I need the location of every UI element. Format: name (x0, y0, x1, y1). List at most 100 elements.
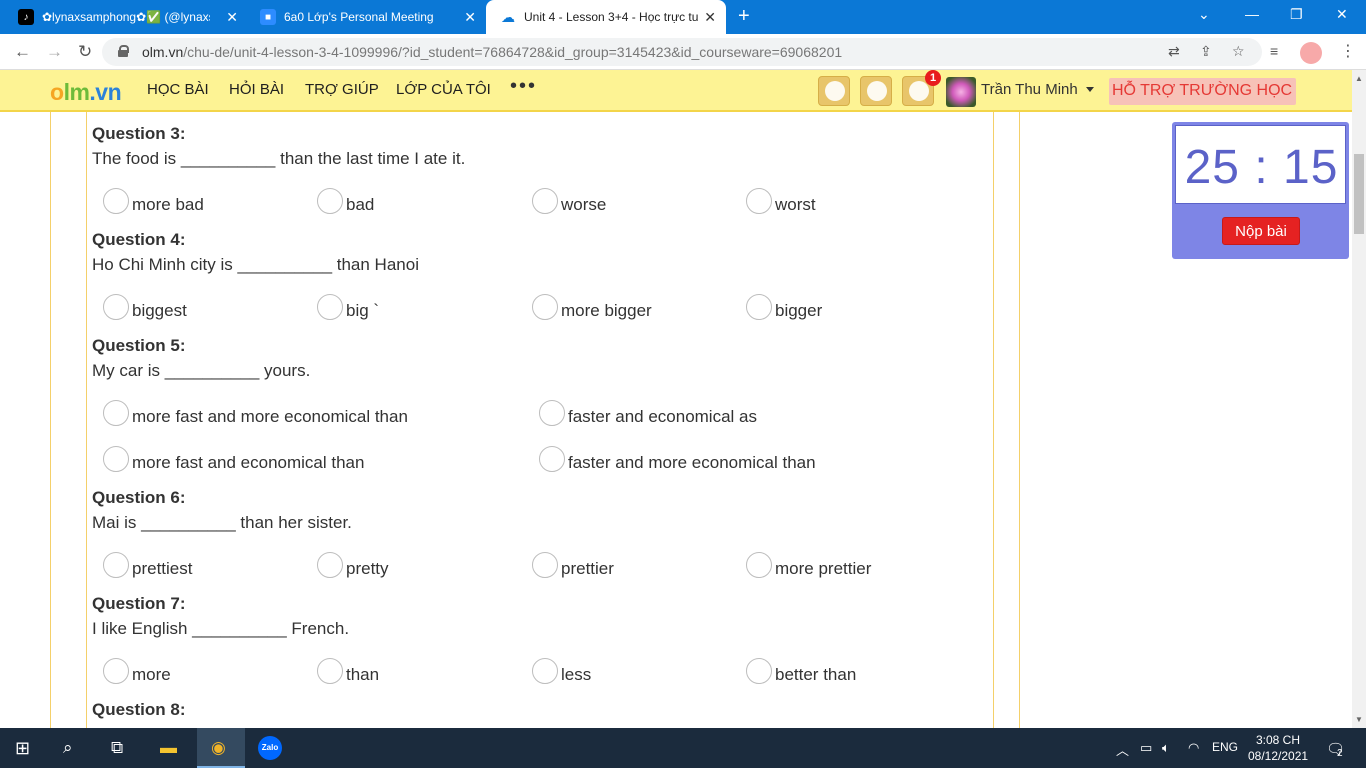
scroll-down-icon[interactable]: ▼ (1355, 715, 1363, 724)
radio-button[interactable] (746, 658, 772, 684)
radio-button[interactable] (746, 294, 772, 320)
windows-taskbar: ⊞ ⌕ ⧉ ▬ ◉ Zalo ︿ ▭ 🔈︎ ◠ ENG 3:08 CH 08/1… (0, 728, 1366, 768)
scrollbar-thumb[interactable] (1354, 154, 1364, 234)
reading-list-icon[interactable]: ≡ (1270, 43, 1278, 59)
answer-option[interactable]: prettier (532, 552, 614, 582)
zalo-icon[interactable]: Zalo (258, 736, 282, 760)
menu-hoi-bai[interactable]: HỎI BÀI (229, 81, 284, 98)
radio-button[interactable] (532, 294, 558, 320)
question-text: The food is __________ than the last tim… (92, 149, 466, 168)
answer-option[interactable]: more prettier (746, 552, 871, 582)
forward-icon[interactable]: → (46, 42, 63, 62)
bookmark-star-icon[interactable]: ☆ (1232, 43, 1245, 60)
share-icon[interactable]: ⇪ (1200, 43, 1212, 60)
answer-option[interactable]: more (103, 658, 171, 688)
answer-option[interactable]: less (532, 658, 591, 688)
radio-button[interactable] (103, 552, 129, 578)
radio-button[interactable] (103, 400, 129, 426)
radio-button[interactable] (532, 658, 558, 684)
chrome-icon[interactable]: ◉ (211, 738, 226, 758)
answer-option[interactable]: bigger (746, 294, 823, 324)
radio-button[interactable] (317, 188, 343, 214)
olm-logo[interactable]: olm.vn (50, 79, 122, 106)
page-scrollbar[interactable]: ▲ ▼ (1352, 70, 1366, 728)
radio-button[interactable] (532, 188, 558, 214)
menu-tro-giup[interactable]: TRỢ GIÚP (305, 81, 379, 98)
language-indicator[interactable]: ENG (1212, 740, 1238, 754)
user-avatar[interactable] (946, 77, 976, 107)
radio-button[interactable] (103, 188, 129, 214)
tab-olm[interactable]: ☁ Unit 4 - Lesson 3+4 - Học trực tu ✕ (486, 0, 726, 34)
radio-button[interactable] (317, 294, 343, 320)
show-hidden-icons-icon[interactable]: ︿ (1116, 740, 1129, 759)
file-explorer-icon[interactable]: ▬ (160, 738, 177, 758)
answer-option[interactable]: more bad (103, 188, 204, 218)
close-tab-icon[interactable]: ✕ (464, 9, 476, 26)
answer-option[interactable]: more fast and more economical than (103, 400, 408, 430)
tab-tiktok[interactable]: ♪ ✿lynaxsamphong✿✅ (@lynaxsa ✕ (4, 0, 248, 34)
clock[interactable]: 3:08 CH 08/12/2021 (1248, 732, 1308, 764)
radio-button[interactable] (103, 658, 129, 684)
school-support-button[interactable]: HỖ TRỢ TRƯỜNG HỌC (1109, 78, 1297, 105)
answer-option[interactable]: better than (746, 658, 856, 688)
close-tab-icon[interactable]: ✕ (704, 9, 716, 26)
answer-option[interactable]: faster and more economical than (539, 446, 816, 476)
submit-button[interactable]: Nộp bài (1222, 217, 1300, 245)
answer-option[interactable]: worst (746, 188, 816, 218)
answer-option[interactable]: worse (532, 188, 606, 218)
back-icon[interactable]: ← (14, 42, 31, 62)
answer-option[interactable]: pretty (317, 552, 389, 582)
radio-button[interactable] (539, 446, 565, 472)
translate-icon[interactable]: ⇄ (1168, 43, 1180, 60)
radio-button[interactable] (532, 552, 558, 578)
chat-icon[interactable] (860, 76, 892, 106)
volume-icon[interactable]: 🔈︎ (1162, 740, 1170, 756)
radio-button[interactable] (317, 658, 343, 684)
task-view-icon[interactable]: ⧉ (111, 738, 123, 758)
radio-button[interactable] (317, 552, 343, 578)
option-label: prettier (561, 559, 614, 578)
user-name[interactable]: Trần Thu Minh (981, 81, 1078, 98)
option-label: bad (346, 195, 375, 214)
close-tab-icon[interactable]: ✕ (226, 9, 238, 26)
restore-icon[interactable]: ❐ (1290, 6, 1303, 23)
more-menu-icon[interactable]: ••• (510, 75, 537, 98)
tab-search-icon[interactable]: ⌄ (1198, 6, 1210, 23)
radio-button[interactable] (103, 294, 129, 320)
answer-option[interactable]: prettiest (103, 552, 192, 582)
url-host: olm.vn (142, 44, 184, 60)
menu-hoc-bai[interactable]: HỌC BÀI (147, 81, 209, 98)
battery-icon[interactable]: ▭ (1140, 740, 1152, 756)
windows-start-icon[interactable]: ⊞ (15, 738, 30, 759)
option-label: more (132, 665, 171, 684)
option-label: than (346, 665, 380, 684)
search-icon[interactable]: ⌕ (63, 738, 73, 758)
notification-count: 2 (1337, 748, 1343, 759)
url-field[interactable]: olm.vn/chu-de/unit-4-lesson-3-4-1099996/… (102, 38, 1262, 66)
add-friend-icon[interactable] (818, 76, 850, 106)
question-title: Question 8: (92, 700, 186, 719)
radio-button[interactable] (746, 188, 772, 214)
browser-menu-icon[interactable]: ⋮ (1340, 41, 1356, 61)
new-tab-icon[interactable]: + (738, 5, 750, 28)
menu-lop-cua-toi[interactable]: LỚP CỦA TÔI (396, 81, 491, 98)
wifi-icon[interactable]: ◠ (1188, 740, 1199, 756)
answer-option[interactable]: more fast and economical than (103, 446, 364, 476)
profile-avatar[interactable] (1300, 42, 1322, 64)
radio-button[interactable] (103, 446, 129, 472)
tab-zoom[interactable]: ■ 6a0 Lớp's Personal Meeting R ✕ (246, 0, 486, 34)
answer-option[interactable]: faster and economical as (539, 400, 757, 430)
answer-option[interactable]: bad (317, 188, 375, 218)
minimize-icon[interactable]: — (1245, 6, 1259, 22)
answer-option[interactable]: biggest (103, 294, 187, 324)
option-label: bigger (775, 301, 823, 320)
radio-button[interactable] (746, 552, 772, 578)
scroll-up-icon[interactable]: ▲ (1355, 74, 1363, 83)
radio-button[interactable] (539, 400, 565, 426)
answer-option[interactable]: more bigger (532, 294, 652, 324)
close-window-icon[interactable]: ✕ (1336, 6, 1348, 23)
reload-icon[interactable]: ↻ (78, 42, 92, 62)
chevron-down-icon[interactable] (1086, 87, 1094, 92)
answer-option[interactable]: than (317, 658, 380, 688)
answer-option[interactable]: big ` (317, 294, 379, 324)
